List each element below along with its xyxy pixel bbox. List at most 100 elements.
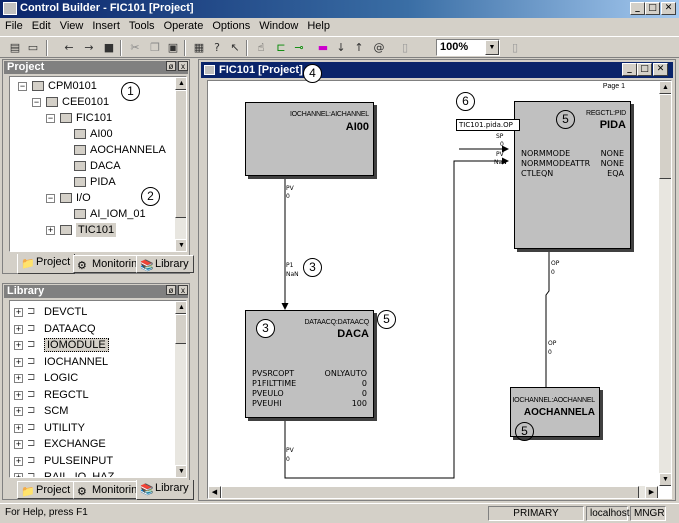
library-item[interactable]: + ⊐ IOCHANNEL — [10, 355, 170, 369]
expand-icon[interactable]: + — [14, 407, 23, 416]
expand-icon[interactable]: + — [14, 357, 23, 367]
paste-icon[interactable]: ▣ — [164, 40, 182, 56]
tab-library[interactable]: 📚 Library — [136, 480, 194, 500]
expand-icon[interactable]: + — [14, 374, 23, 383]
tree-item[interactable]: AOCHANNELA — [10, 143, 170, 157]
tab-library[interactable]: 📚 Library — [136, 255, 194, 273]
app-icon[interactable] — [3, 2, 17, 15]
library-item[interactable]: + ⊐ RAIL_IO_HAZ — [10, 470, 170, 477]
wire-icon[interactable]: ⊸ — [290, 40, 308, 56]
print-icon[interactable]: ▦ — [190, 40, 208, 56]
expand-icon[interactable]: + — [14, 473, 23, 477]
back-icon[interactable]: ← — [60, 40, 78, 56]
open-icon[interactable]: ▭ — [24, 40, 42, 56]
copy-icon[interactable]: ❐ — [146, 40, 164, 56]
fit-icon[interactable]: ▯ — [506, 40, 524, 56]
library-scrollbar[interactable]: ▲ ▼ — [174, 301, 186, 477]
library-item[interactable]: + ⊐ UTILITY — [10, 421, 170, 435]
expand-icon[interactable]: + — [14, 390, 23, 400]
pin-icon[interactable]: ø — [166, 285, 176, 295]
save-icon[interactable]: ■ — [100, 40, 118, 56]
scroll-down-icon[interactable]: ▼ — [659, 473, 671, 486]
expand-icon[interactable]: + — [14, 423, 23, 433]
scroll-down-icon[interactable]: ▼ — [175, 239, 186, 251]
chevron-down-icon[interactable]: ▼ — [485, 40, 499, 55]
expand-icon[interactable]: + — [14, 440, 23, 449]
parameter-connector-icon[interactable]: ⊏ — [272, 40, 290, 56]
chart-close-button[interactable]: ✕ — [653, 63, 668, 76]
scroll-thumb[interactable] — [175, 314, 186, 344]
tree-item[interactable]: AI00 — [10, 127, 170, 141]
move-up-icon[interactable]: ↑ — [350, 40, 368, 56]
select-tool-icon[interactable]: ☝ — [252, 40, 270, 56]
scroll-thumb[interactable] — [175, 90, 186, 218]
library-item[interactable]: + ⊐ IOMODULE — [10, 338, 170, 352]
maximize-button[interactable]: □ — [645, 2, 660, 15]
chart-vertical-scrollbar[interactable]: ▲ ▼ — [658, 81, 671, 486]
scroll-thumb[interactable] — [221, 486, 639, 498]
library-tree[interactable]: + ⊐ DEVCTL + ⊐ DATAACQ + ⊐ IOMODULE + ⊐ IOCHANNEL + ⊐… — [9, 300, 187, 478]
chart-horizontal-scrollbar[interactable]: ◀ ▶ — [208, 486, 658, 498]
move-down-icon[interactable]: ↓ — [332, 40, 350, 56]
scroll-up-icon[interactable]: ▲ — [175, 77, 186, 90]
scroll-left-icon[interactable]: ◀ — [208, 486, 221, 498]
tree-item[interactable]: + TIC101 — [10, 223, 170, 237]
menu-file[interactable]: File — [0, 18, 27, 32]
menu-options[interactable]: Options — [207, 18, 254, 32]
collapse-icon[interactable]: − — [18, 82, 27, 91]
forward-icon[interactable]: → — [80, 40, 98, 56]
project-tree[interactable]: − CPM0101 − CEE0101 − FIC101 AI00 AOCHANNELA DAC… — [9, 76, 187, 252]
scroll-down-icon[interactable]: ▼ — [175, 465, 186, 477]
parameter-reference-box[interactable]: TIC101.pida.OP — [456, 119, 520, 131]
menu-operate[interactable]: Operate — [159, 18, 208, 32]
expand-icon[interactable]: + — [46, 226, 55, 235]
library-item[interactable]: + ⊐ DATAACQ — [10, 322, 170, 336]
collapse-icon[interactable]: − — [32, 98, 41, 107]
library-item[interactable]: + ⊐ DEVCTL — [10, 305, 170, 319]
panel-close-icon[interactable]: x — [178, 61, 188, 71]
library-item[interactable]: + ⊐ EXCHANGE — [10, 437, 170, 451]
tree-item[interactable]: − CPM0101 — [10, 79, 170, 93]
chart-window-icon[interactable] — [204, 65, 215, 75]
tree-item[interactable]: − FIC101 — [10, 111, 170, 125]
scroll-right-icon[interactable]: ▶ — [645, 486, 658, 498]
cut-icon[interactable]: ✂ — [126, 40, 144, 56]
scroll-thumb[interactable] — [659, 94, 671, 179]
collapse-icon[interactable]: − — [46, 114, 55, 123]
new-icon[interactable]: ▤ — [6, 40, 24, 56]
project-scrollbar[interactable]: ▲ ▼ — [174, 77, 186, 251]
library-item[interactable]: + ⊐ SCM — [10, 404, 170, 418]
tree-item[interactable]: DACA — [10, 159, 170, 173]
library-item[interactable]: + ⊐ PULSEINPUT — [10, 454, 170, 468]
chart-minimize-button[interactable]: _ — [622, 63, 637, 76]
menu-edit[interactable]: Edit — [27, 18, 55, 32]
panel-close-icon[interactable]: x — [178, 285, 188, 295]
chart-restore-button[interactable]: □ — [637, 63, 652, 76]
tab-project[interactable]: 📁 Project — [17, 254, 76, 274]
zoom-select[interactable]: 100% ▼ — [436, 39, 500, 56]
tree-item[interactable]: − CEE0101 — [10, 95, 170, 109]
library-item[interactable]: + ⊐ LOGIC — [10, 371, 170, 385]
close-button[interactable]: ✕ — [661, 2, 676, 15]
collapse-icon[interactable]: − — [46, 194, 55, 203]
pin-icon[interactable]: ø — [166, 61, 176, 71]
help-icon[interactable]: ? — [208, 40, 226, 56]
menu-help[interactable]: Help — [302, 18, 334, 32]
scroll-up-icon[interactable]: ▲ — [175, 301, 186, 314]
menu-insert[interactable]: Insert — [87, 18, 124, 32]
expand-icon[interactable]: + — [14, 456, 23, 466]
library-item[interactable]: + ⊐ REGCTL — [10, 388, 170, 402]
tab-project[interactable]: 📁 Project — [17, 481, 76, 499]
menu-window[interactable]: Window — [254, 18, 302, 32]
scroll-up-icon[interactable]: ▲ — [659, 81, 671, 94]
tree-item[interactable]: AI_IOM_01 — [10, 207, 170, 221]
menu-tools[interactable]: Tools — [124, 18, 159, 32]
expand-icon[interactable]: + — [14, 308, 23, 317]
wire-pida-to-ao[interactable] — [542, 249, 550, 404]
context-help-icon[interactable]: ↖ — [226, 40, 244, 56]
expand-icon[interactable]: + — [14, 341, 23, 350]
chart-canvas[interactable]: Page 1 IOCHANNEL:AICHANNEL AI00 PV 0 P1 … — [207, 80, 672, 499]
disabled-tool-icon[interactable]: ▯ — [396, 40, 414, 56]
menu-view[interactable]: View — [55, 18, 88, 32]
align-icon[interactable]: ▬ — [314, 40, 332, 56]
